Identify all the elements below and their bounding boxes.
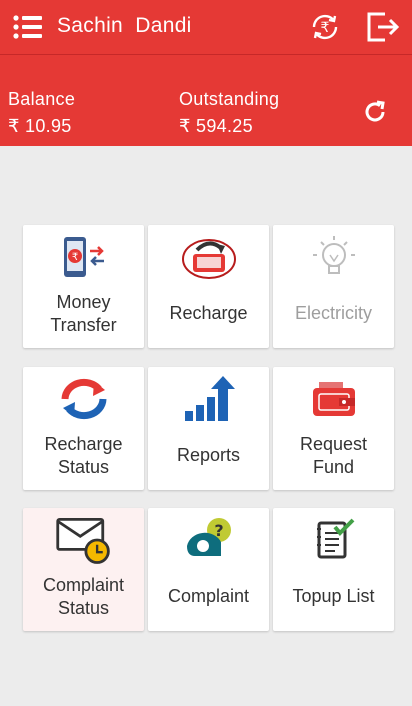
complaint-tile[interactable]: ? Complaint [148, 508, 269, 631]
complaint-status-tile[interactable]: Complaint Status [23, 508, 144, 631]
request-fund-tile[interactable]: Request Fund [273, 367, 394, 490]
tile-label: Money Transfer [50, 291, 117, 335]
outstanding-label: Outstanding [179, 89, 280, 109]
topup-list-tile[interactable]: Topup List [273, 508, 394, 631]
svg-text:₹: ₹ [321, 20, 330, 36]
list-menu-icon[interactable] [12, 14, 44, 40]
refresh-icon[interactable] [360, 97, 390, 127]
envelope-clock-icon [54, 512, 114, 568]
balance-label: Balance [8, 89, 76, 109]
tile-label: Recharge [169, 303, 248, 323]
rupee-refresh-icon[interactable]: ₹ [306, 8, 344, 46]
recharge-status-tile[interactable]: Recharge Status [23, 367, 144, 490]
outstanding-block: Outstanding ₹ 594.25 [179, 89, 279, 137]
tile-label: Topup List [292, 586, 375, 606]
electricity-tile[interactable]: Electricity [273, 225, 394, 348]
help-chat-icon: ? [179, 512, 239, 568]
balance-value: ₹ 10.95 [8, 116, 72, 136]
balance-block: Balance ₹ 10.95 [8, 89, 75, 137]
reports-bar-chart-icon [179, 371, 239, 427]
logout-icon[interactable] [364, 9, 402, 45]
recharge-tile[interactable]: Recharge [148, 225, 269, 348]
tile-label: Request Fund [299, 433, 368, 477]
reports-tile[interactable]: Reports [148, 367, 269, 490]
outstanding-value: ₹ 594.25 [179, 116, 253, 136]
tile-label: Complaint [167, 586, 250, 606]
tile-label: Complaint Status [42, 574, 125, 618]
svg-text:₹: ₹ [71, 252, 77, 263]
wallet-icon [304, 371, 364, 427]
money-transfer-icon: ₹ [54, 229, 114, 285]
app-bar: Sachin Dandi ₹ [0, 0, 412, 54]
recharge-status-icon [54, 371, 114, 427]
recharge-icon [179, 229, 239, 285]
tile-label: Reports [176, 445, 241, 465]
tile-label: Electricity [294, 303, 372, 323]
user-name-title: Sachin Dandi [57, 14, 192, 37]
checklist-icon [304, 512, 364, 568]
tile-label: Recharge Status [44, 433, 123, 477]
money-transfer-tile[interactable]: ₹ Money Transfer [23, 225, 144, 348]
lightbulb-icon [304, 229, 364, 285]
balance-panel: Balance ₹ 10.95 Outstanding ₹ 594.25 [0, 54, 412, 146]
